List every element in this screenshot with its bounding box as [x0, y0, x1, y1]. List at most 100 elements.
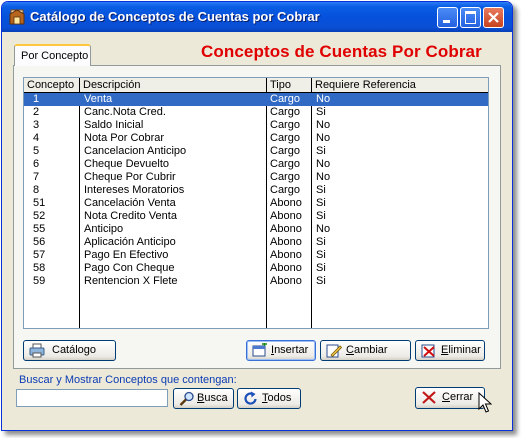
- catalogo-button[interactable]: Catálogo: [23, 340, 116, 361]
- table-row[interactable]: 52 Nota Credito Venta Abono Si: [24, 210, 488, 223]
- table-row[interactable]: 8 Intereses Moratorios Cargo Si: [24, 184, 488, 197]
- maximize-button[interactable]: [460, 7, 481, 28]
- cell-concepto: 8: [33, 184, 40, 196]
- cell-tipo: Cargo: [270, 132, 300, 144]
- busca-label: usca: [204, 392, 228, 404]
- table-row[interactable]: 3 Saldo Inicial Cargo No: [24, 119, 488, 132]
- column-header-referencia[interactable]: Requiere Referencia: [312, 78, 488, 92]
- cell-referencia: No: [316, 158, 331, 170]
- cell-concepto: 51: [33, 197, 46, 209]
- cell-descripcion: Anticipo: [84, 223, 124, 235]
- cell-referencia: No: [316, 93, 331, 105]
- search-icon: [179, 391, 194, 406]
- cell-concepto: 3: [33, 119, 40, 131]
- cell-descripcion: Canc.Nota Cred.: [84, 106, 166, 118]
- search-input[interactable]: [16, 389, 168, 407]
- cell-referencia: No: [316, 132, 331, 144]
- cell-tipo: Abono: [270, 249, 302, 261]
- cell-tipo: Cargo: [270, 171, 300, 183]
- refresh-icon: [244, 391, 257, 405]
- title-bar[interactable]: Catálogo de Conceptos de Cuentas por Cob…: [2, 2, 512, 32]
- cell-tipo: Abono: [270, 262, 302, 274]
- cerrar-button[interactable]: Cerrar: [415, 387, 485, 409]
- cell-referencia: No: [316, 171, 331, 183]
- cerrar-label: errar: [449, 391, 474, 403]
- cell-descripcion: Cheque Por Cubrir: [84, 171, 176, 183]
- table-row[interactable]: 6 Cheque Devuelto Cargo No: [24, 158, 488, 171]
- cell-referencia: Si: [316, 249, 326, 261]
- cell-concepto: 5: [33, 145, 40, 157]
- table-row[interactable]: 57 Pago En Efectivo Abono Si: [24, 249, 488, 262]
- mouse-cursor-icon: [478, 392, 492, 413]
- cell-concepto: 7: [33, 171, 40, 183]
- insertar-button[interactable]: Insertar: [246, 340, 316, 361]
- table-row[interactable]: 5 Cancelacion Anticipo Cargo Si: [24, 145, 488, 158]
- busca-button[interactable]: Busca: [173, 388, 234, 409]
- cell-tipo: Abono: [270, 275, 302, 287]
- delete-icon: [421, 344, 435, 358]
- cell-tipo: Abono: [270, 197, 302, 209]
- cell-referencia: Si: [316, 275, 326, 287]
- table-row[interactable]: 55 Anticipo Abono No: [24, 223, 488, 236]
- cell-descripcion: Venta: [84, 93, 113, 105]
- page-banner: Conceptos de Cuentas Por Cobrar: [201, 42, 482, 61]
- table-row[interactable]: 2 Canc.Nota Cred. Cargo Si: [24, 106, 488, 119]
- cell-referencia: Si: [316, 262, 326, 274]
- cell-tipo: Cargo: [270, 184, 300, 196]
- column-header-tipo[interactable]: Tipo: [267, 78, 312, 92]
- close-icon: [488, 12, 499, 23]
- close-icon: [422, 391, 436, 404]
- close-button[interactable]: [483, 7, 504, 28]
- cell-tipo: Cargo: [270, 106, 300, 118]
- concepts-table[interactable]: Concepto Descripción Tipo Requiere Refer…: [23, 77, 489, 329]
- cell-tipo: Abono: [270, 210, 302, 222]
- cell-tipo: Cargo: [270, 119, 300, 131]
- window-title: Catálogo de Conceptos de Cuentas por Cob…: [30, 9, 320, 24]
- cell-concepto: 58: [33, 262, 46, 274]
- insert-icon: [252, 343, 267, 357]
- table-header: Concepto Descripción Tipo Requiere Refer…: [24, 78, 488, 93]
- cambiar-button[interactable]: Cambiar: [320, 340, 411, 361]
- eliminar-button[interactable]: Eliminar: [415, 340, 485, 361]
- cambiar-label: ambiar: [353, 344, 388, 356]
- cell-referencia: No: [316, 119, 331, 131]
- table-row[interactable]: 7 Cheque Por Cubrir Cargo No: [24, 171, 488, 184]
- table-row[interactable]: 4 Nota Por Cobrar Cargo No: [24, 132, 488, 145]
- cerrar-mnemonic: C: [442, 391, 450, 403]
- print-icon: [29, 343, 45, 358]
- cell-tipo: Abono: [270, 236, 302, 248]
- cell-referencia: Si: [316, 106, 326, 118]
- cell-descripcion: Saldo Inicial: [84, 119, 144, 131]
- table-row[interactable]: 1 Venta Cargo No: [24, 93, 488, 106]
- column-header-descripcion[interactable]: Descripción: [80, 78, 267, 92]
- cell-descripcion: Cancelacion Anticipo: [84, 145, 187, 157]
- table-row[interactable]: 58 Pago Con Cheque Abono Si: [24, 262, 488, 275]
- app-icon: [9, 9, 25, 25]
- cell-concepto: 52: [33, 210, 46, 222]
- cell-descripcion: Aplicación Anticipo: [84, 236, 176, 248]
- edit-icon: [326, 344, 342, 358]
- cell-referencia: Si: [316, 145, 326, 157]
- cell-descripcion: Nota Por Cobrar: [84, 132, 165, 144]
- cell-concepto: 4: [33, 132, 40, 144]
- table-row[interactable]: 51 Cancelación Venta Abono Si: [24, 197, 488, 210]
- cell-referencia: Si: [316, 210, 326, 222]
- cell-referencia: Si: [316, 236, 326, 248]
- minimize-button[interactable]: [437, 7, 458, 28]
- tab-label: Por Concepto: [21, 50, 89, 62]
- table-row[interactable]: 56 Aplicación Anticipo Abono Si: [24, 236, 488, 249]
- search-label: Buscar y Mostrar Conceptos que contengan…: [19, 374, 237, 386]
- cell-referencia: Si: [316, 197, 326, 209]
- cell-descripcion: Pago En Efectivo: [84, 249, 169, 261]
- insertar-label: nsertar: [274, 344, 309, 356]
- cell-descripcion: Intereses Moratorios: [84, 184, 185, 196]
- cell-tipo: Abono: [270, 223, 302, 235]
- cell-descripcion: Cancelación Venta: [84, 197, 176, 209]
- cell-tipo: Cargo: [270, 158, 300, 170]
- cell-concepto: 59: [33, 275, 46, 287]
- table-row[interactable]: 59 Rentencion X Flete Abono Si: [24, 275, 488, 288]
- column-header-concepto[interactable]: Concepto: [24, 78, 80, 92]
- todos-button[interactable]: Todos: [237, 388, 301, 409]
- cell-tipo: Cargo: [270, 145, 300, 157]
- tab-por-concepto[interactable]: Por Concepto: [14, 44, 91, 66]
